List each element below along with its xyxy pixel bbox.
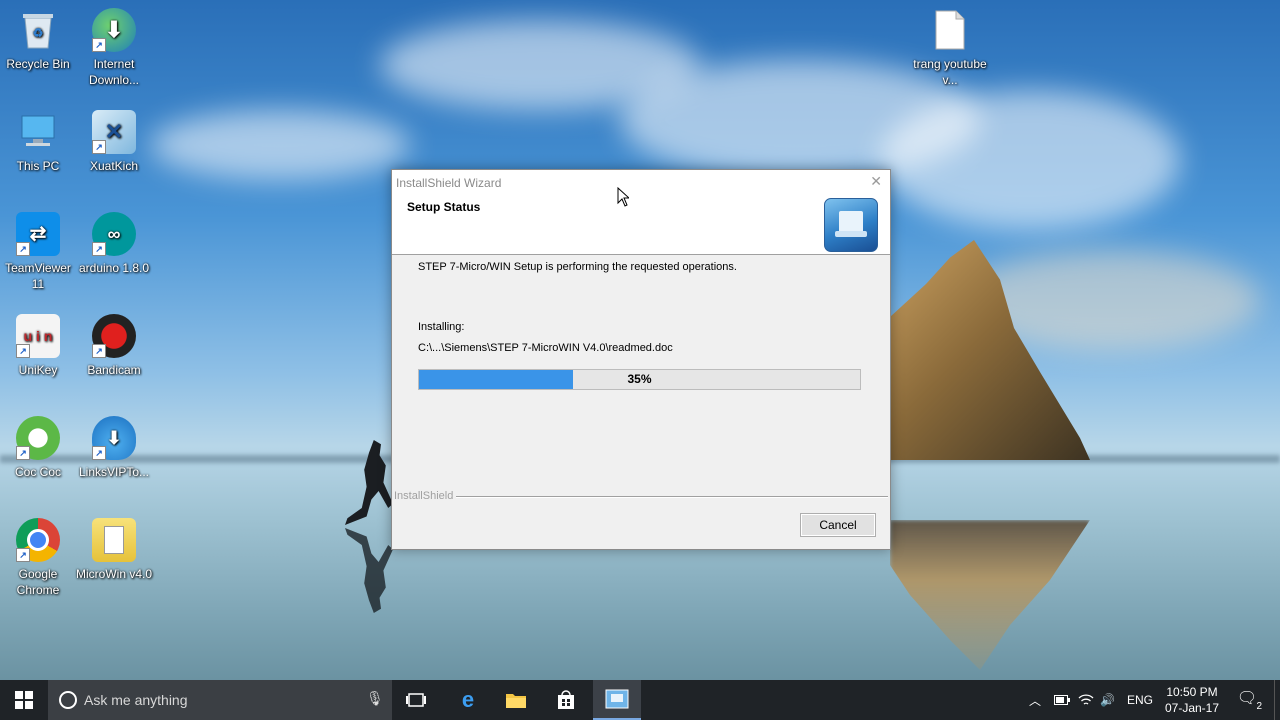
- install-progress-bar: 35%: [418, 369, 861, 390]
- battery-icon[interactable]: [1054, 680, 1070, 720]
- installing-label: Installing:: [418, 321, 465, 333]
- desktop-icon-label: MicroWin v4.0: [76, 567, 153, 581]
- current-file-path: C:\...\Siemens\STEP 7-MicroWIN V4.0\read…: [418, 342, 673, 354]
- clock-date: 07-Jan-17: [1164, 701, 1220, 715]
- desktop-icon-label: This PC: [16, 159, 60, 173]
- desktop-icon-this-pc[interactable]: This PC: [0, 110, 76, 174]
- show-hidden-icons-chevron-icon[interactable]: ︿: [1029, 680, 1041, 720]
- installshield-brand: InstallShield: [394, 490, 454, 502]
- task-view-icon: [406, 693, 426, 707]
- close-icon[interactable]: ✕: [870, 173, 882, 190]
- edge-icon: e: [461, 687, 475, 712]
- cliff-reflection: [890, 520, 1090, 670]
- chrome-icon: ↗: [16, 518, 60, 562]
- installer-icon: [605, 689, 629, 709]
- document-icon: [928, 8, 972, 52]
- progress-percent-label: 35%: [627, 372, 652, 386]
- runner-reflection: [345, 528, 393, 613]
- desktop-icon-label: Recycle Bin: [6, 57, 70, 71]
- wifi-icon[interactable]: [1078, 680, 1094, 720]
- installshield-dialog: InstallShield Wizard ✕ Setup Status STEP…: [391, 169, 891, 550]
- start-button[interactable]: [0, 680, 48, 720]
- desktop-icon-teamviewer[interactable]: ⇄ ↗ TeamViewer 11: [0, 212, 76, 292]
- installer-computer-icon: [824, 198, 878, 252]
- desktop-icon-document[interactable]: trang youtube v...: [912, 8, 988, 88]
- notification-count: 2: [1256, 701, 1262, 712]
- cancel-button[interactable]: Cancel: [800, 513, 876, 537]
- desktop-icon-unikey[interactable]: u i n ↗ UniKey: [0, 314, 76, 378]
- taskbar-edge[interactable]: e: [444, 680, 492, 720]
- cortana-search-box[interactable]: Ask me anything 🎙: [48, 680, 392, 720]
- desktop-icon-label: arduino 1.8.0: [78, 261, 150, 275]
- microphone-icon[interactable]: 🎙: [366, 690, 384, 707]
- language-indicator[interactable]: ENG: [1127, 680, 1153, 720]
- unikey-icon: u i n ↗: [16, 314, 60, 358]
- taskbar-installshield[interactable]: [593, 680, 641, 720]
- bandicam-icon: ↗: [92, 314, 136, 358]
- desktop-icon-label: Google Chrome: [16, 567, 60, 597]
- search-placeholder: Ask me anything: [84, 692, 188, 708]
- svg-text:♻: ♻: [33, 26, 44, 40]
- volume-icon[interactable]: 🔊: [1100, 680, 1115, 720]
- desktop-icon-arduino[interactable]: ∞ ↗ arduino 1.8.0: [76, 212, 152, 276]
- desktop-icon-label: trang youtube v...: [913, 57, 987, 87]
- desktop-icon-label: TeamViewer 11: [5, 261, 71, 291]
- action-center-button[interactable]: 🗨 2: [1236, 688, 1262, 712]
- mouse-cursor-icon: [617, 186, 631, 207]
- show-desktop-button[interactable]: [1274, 680, 1280, 720]
- arduino-icon: ∞ ↗: [92, 212, 136, 256]
- system-clock[interactable]: 10:50 PM 07-Jan-17: [1160, 684, 1224, 716]
- linksvip-icon: ⬇ ↗: [92, 416, 136, 460]
- desktop-icon-label: XuatKich: [89, 159, 139, 173]
- cortana-icon: [59, 691, 77, 709]
- desktop-icon-recycle-bin[interactable]: ♻ Recycle Bin: [0, 8, 76, 72]
- dialog-titlebar[interactable]: InstallShield Wizard ✕: [392, 170, 890, 194]
- divider: [456, 496, 888, 498]
- internet-download-manager-icon: ⬇ ↗: [92, 8, 136, 52]
- coccoc-icon: ↗: [16, 416, 60, 460]
- store-icon: [558, 690, 574, 709]
- desktop-icon-chrome[interactable]: ↗ Google Chrome: [0, 518, 76, 598]
- desktop-icon-label: Coc Coc: [14, 465, 61, 479]
- desktop-icon-linksvip[interactable]: ⬇ ↗ LinksVIPTo...: [76, 416, 152, 480]
- desktop-icon-label: Bandicam: [87, 363, 141, 377]
- recycle-bin-icon: ♻: [16, 8, 60, 52]
- clock-time: 10:50 PM: [1166, 685, 1218, 699]
- folder-icon: [506, 694, 526, 708]
- desktop-icon-label: Internet Downlo...: [88, 57, 140, 87]
- this-pc-icon: [16, 110, 60, 154]
- dialog-title: InstallShield Wizard: [396, 176, 502, 190]
- taskbar: Ask me anything 🎙 e ︿ 🔊 ENG 10:50 PM 07-…: [0, 680, 1280, 720]
- desktop-icon-label: LinksVIPTo...: [78, 465, 150, 479]
- desktop-icon-internet-download-manager[interactable]: ⬇ ↗ Internet Downlo...: [76, 8, 152, 88]
- desktop-icon-xuatkich[interactable]: ✕ ↗ XuatKich: [76, 110, 152, 174]
- desktop-icon-microwin[interactable]: MicroWin v4.0: [76, 518, 152, 582]
- taskbar-store[interactable]: [542, 680, 590, 720]
- header-title: Setup Status: [407, 200, 481, 214]
- taskbar-file-explorer[interactable]: [492, 680, 540, 720]
- task-view-button[interactable]: [392, 680, 440, 720]
- status-message: STEP 7-Micro/WIN Setup is performing the…: [418, 261, 737, 273]
- dialog-header: Setup Status: [392, 194, 890, 255]
- desktop-icon-bandicam[interactable]: ↗ Bandicam: [76, 314, 152, 378]
- windows-logo-icon: [15, 691, 33, 709]
- desktop-icon-coccoc[interactable]: ↗ Coc Coc: [0, 416, 76, 480]
- microwin-icon: [92, 518, 136, 562]
- desktop-icon-label: UniKey: [18, 363, 58, 377]
- xuatkich-icon: ✕ ↗: [92, 110, 136, 154]
- runner-silhouette: [345, 440, 393, 525]
- teamviewer-icon: ⇄ ↗: [16, 212, 60, 256]
- notification-icon: 🗨: [1236, 690, 1258, 707]
